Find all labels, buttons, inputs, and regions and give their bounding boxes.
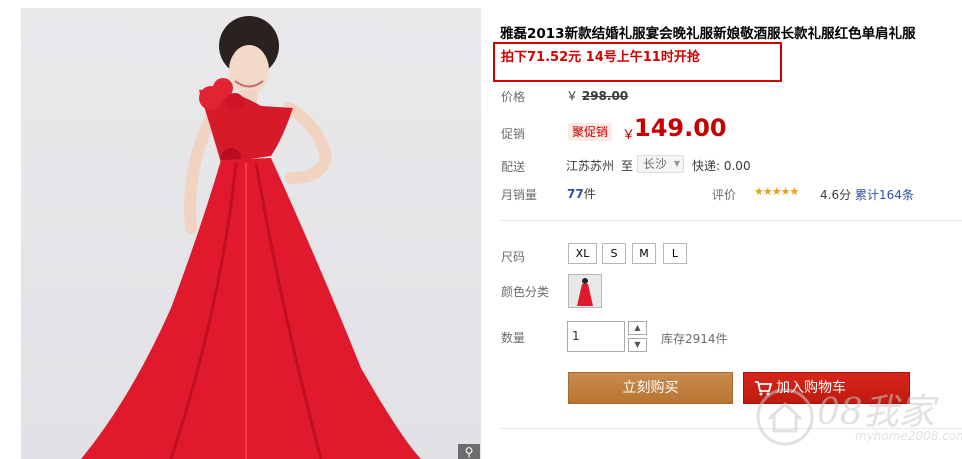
buy-now-button[interactable]: 立刻购买	[568, 372, 733, 404]
monthly-sales-label: 月销量	[501, 188, 538, 202]
monthly-sales-unit: 件	[583, 187, 596, 201]
size-option-m[interactable]: M	[632, 243, 656, 264]
product-title: 雅磊2013新款结婚礼服宴会晚礼服新娘敬酒服长款礼服红色单肩礼服	[500, 26, 916, 42]
original-price-value: 298.00	[581, 89, 629, 103]
promo-price: 149.00	[634, 114, 727, 142]
destination-city-select[interactable]: 长沙 ▼	[637, 155, 684, 173]
promotion-badge: 聚促销	[568, 123, 612, 141]
size-option-l[interactable]: L	[663, 243, 687, 264]
review-count-link[interactable]: 累计164条	[855, 186, 914, 203]
original-price: ￥ 298.00	[566, 87, 628, 104]
express-fee: 快递: 0.00	[692, 159, 751, 173]
site-watermark: 08我家 myhome2008.com	[755, 383, 962, 459]
chevron-down-icon: ▼	[634, 340, 641, 349]
chevron-up-icon: ▲	[634, 323, 641, 332]
rating-score: 4.6分	[820, 188, 852, 202]
watermark-url: myhome2008.com	[855, 429, 962, 443]
swatch-thumbnail	[569, 275, 601, 307]
promo-note: 拍下71.52元 14号上午11时开抢	[501, 50, 700, 65]
product-photo[interactable]	[21, 8, 481, 459]
original-price-currency: ￥	[566, 89, 579, 103]
quantity-increase-button[interactable]: ▲	[628, 321, 647, 335]
red-gown-illustration	[81, 16, 421, 459]
monthly-sales: 77件	[567, 185, 596, 202]
size-label: 尺码	[501, 250, 526, 264]
promotion-label: 促销	[501, 127, 526, 141]
chevron-down-icon: ▼	[673, 159, 680, 168]
magnifier-icon[interactable]: ⚲	[458, 444, 480, 459]
destination-city: 长沙	[643, 157, 668, 171]
size-option-xl[interactable]: XL	[568, 243, 597, 264]
color-label: 颜色分类	[501, 285, 550, 299]
stock-count: 库存2914件	[661, 332, 728, 346]
price-label: 价格	[501, 90, 526, 104]
house-logo-icon	[756, 388, 814, 446]
quantity-decrease-button[interactable]: ▼	[628, 338, 647, 352]
ship-to-word: 至	[621, 159, 634, 173]
color-swatch-red[interactable]	[568, 274, 602, 308]
monthly-sales-count: 77	[567, 187, 584, 201]
size-option-s[interactable]: S	[602, 243, 626, 264]
quantity-input[interactable]: 1	[567, 321, 625, 352]
rating-stars-icon: ★★★★★	[754, 185, 799, 198]
quantity-label: 数量	[501, 331, 526, 345]
shipping-label: 配送	[501, 160, 526, 174]
section-divider	[500, 220, 962, 221]
ship-from: 江苏苏州	[566, 159, 615, 173]
watermark-text: 08我家	[817, 392, 935, 433]
rating-label: 评价	[712, 188, 737, 202]
